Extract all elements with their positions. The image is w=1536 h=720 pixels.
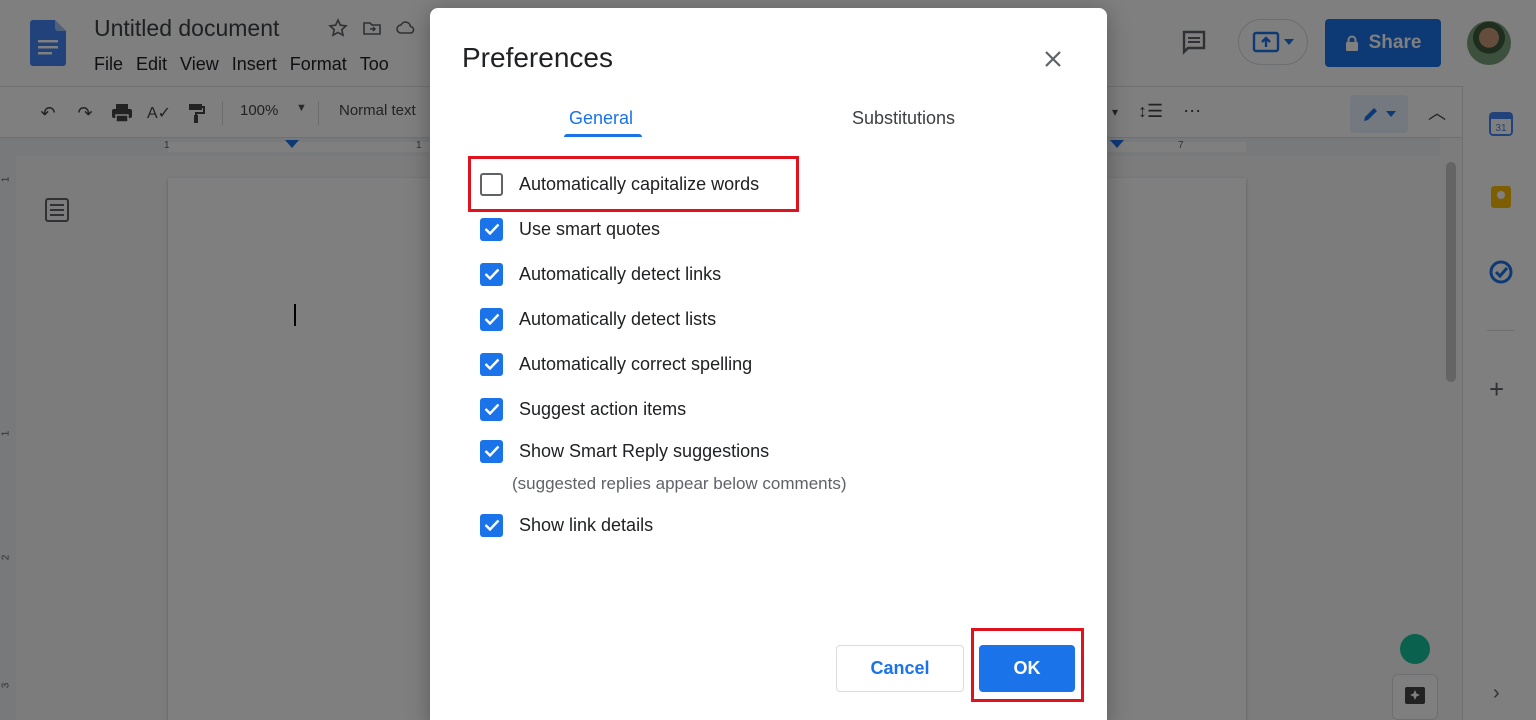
active-tab-indicator [564, 134, 642, 137]
check-icon [484, 358, 499, 370]
option-detect-lists[interactable]: Automatically detect lists [480, 307, 716, 331]
highlight-box-capitalize [468, 156, 799, 212]
tab-general[interactable]: General [569, 108, 633, 129]
option-correct-spelling[interactable]: Automatically correct spelling [480, 352, 752, 376]
option-action-items[interactable]: Suggest action items [480, 397, 686, 421]
check-icon [484, 313, 499, 325]
preferences-dialog: Preferences General Substitutions Automa… [430, 8, 1107, 720]
close-button[interactable] [1040, 46, 1066, 72]
check-icon [484, 268, 499, 280]
option-detect-links[interactable]: Automatically detect links [480, 262, 721, 286]
checkbox-checked[interactable] [480, 352, 503, 376]
close-icon [1045, 51, 1061, 67]
checkbox-checked[interactable] [480, 439, 503, 463]
option-label: Automatically detect lists [519, 308, 717, 329]
checkbox-checked[interactable] [480, 217, 503, 241]
checkbox-checked[interactable] [480, 307, 503, 331]
option-smart-quotes[interactable]: Use smart quotes [480, 217, 660, 241]
option-link-details[interactable]: Show link details [480, 513, 653, 537]
check-icon [484, 445, 499, 457]
checkbox-checked[interactable] [480, 513, 503, 537]
option-label: Use smart quotes [519, 218, 661, 239]
smart-reply-hint: (suggested replies appear below comments… [512, 474, 847, 493]
check-icon [484, 403, 499, 415]
option-label: Suggest action items [519, 398, 687, 419]
cancel-button[interactable]: Cancel [836, 645, 964, 692]
option-smart-reply[interactable]: Show Smart Reply suggestions [480, 439, 769, 463]
dialog-title: Preferences [462, 42, 613, 73]
checkbox-checked[interactable] [480, 397, 503, 421]
option-label: Automatically detect links [519, 263, 722, 284]
check-icon [484, 223, 499, 235]
tab-substitutions[interactable]: Substitutions [852, 108, 955, 129]
option-label: Show link details [519, 514, 654, 535]
option-label: Automatically correct spelling [519, 353, 753, 374]
highlight-box-ok [971, 628, 1084, 702]
option-label: Show Smart Reply suggestions [519, 440, 770, 461]
checkbox-checked[interactable] [480, 262, 503, 286]
check-icon [484, 519, 499, 531]
